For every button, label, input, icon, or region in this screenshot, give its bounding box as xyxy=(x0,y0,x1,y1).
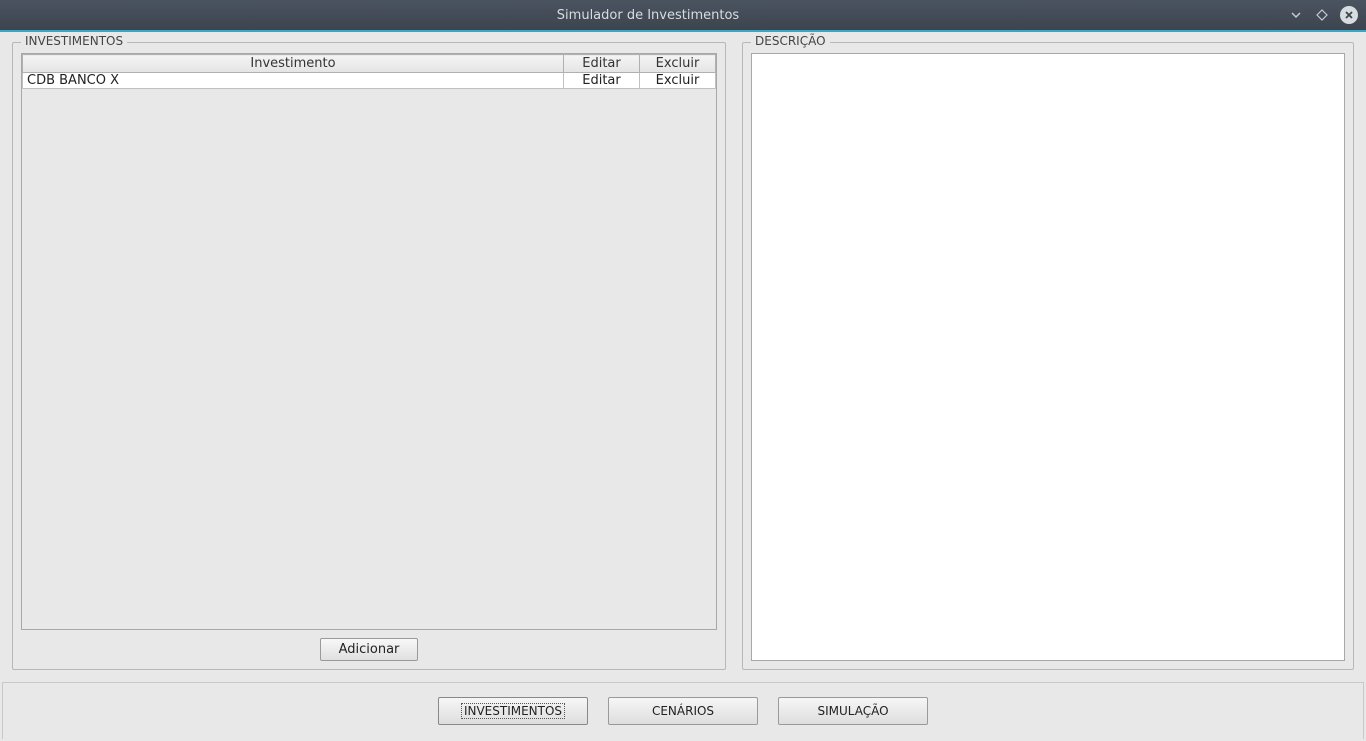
delete-cell[interactable]: Excluir xyxy=(640,73,716,89)
investment-name-cell[interactable]: CDB BANCO X xyxy=(23,73,564,89)
window-controls xyxy=(1288,6,1358,24)
nav-scenarios-button[interactable]: CENÁRIOS xyxy=(608,697,758,725)
description-legend: DESCRIÇÃO xyxy=(751,34,830,48)
minimize-icon[interactable] xyxy=(1288,7,1304,23)
col-header-delete[interactable]: Excluir xyxy=(640,55,716,73)
col-header-name[interactable]: Investimento xyxy=(23,55,564,73)
edit-cell[interactable]: Editar xyxy=(564,73,640,89)
col-header-edit[interactable]: Editar xyxy=(564,55,640,73)
add-button[interactable]: Adicionar xyxy=(320,638,419,661)
nav-investments-button[interactable]: INVESTIMENTOS xyxy=(438,697,588,725)
main-content: INVESTIMENTOS Investimento Editar Exclui… xyxy=(0,32,1366,682)
description-box[interactable] xyxy=(751,53,1345,661)
add-button-row: Adicionar xyxy=(21,630,717,661)
investments-panel: INVESTIMENTOS Investimento Editar Exclui… xyxy=(12,42,726,670)
maximize-icon[interactable] xyxy=(1314,7,1330,23)
investments-table: Investimento Editar Excluir CDB BANCO X … xyxy=(22,54,716,89)
bottom-nav: INVESTIMENTOS CENÁRIOS SIMULAÇÃO xyxy=(2,682,1364,739)
close-icon[interactable] xyxy=(1340,6,1358,24)
investments-table-container: Investimento Editar Excluir CDB BANCO X … xyxy=(21,53,717,630)
description-panel: DESCRIÇÃO xyxy=(742,42,1354,670)
window-title: Simulador de Investimentos xyxy=(8,8,1288,23)
table-row: CDB BANCO X Editar Excluir xyxy=(23,73,716,89)
nav-simulation-button[interactable]: SIMULAÇÃO xyxy=(778,697,928,725)
investments-legend: INVESTIMENTOS xyxy=(21,34,127,48)
window-titlebar: Simulador de Investimentos xyxy=(0,0,1366,30)
table-header-row: Investimento Editar Excluir xyxy=(23,55,716,73)
